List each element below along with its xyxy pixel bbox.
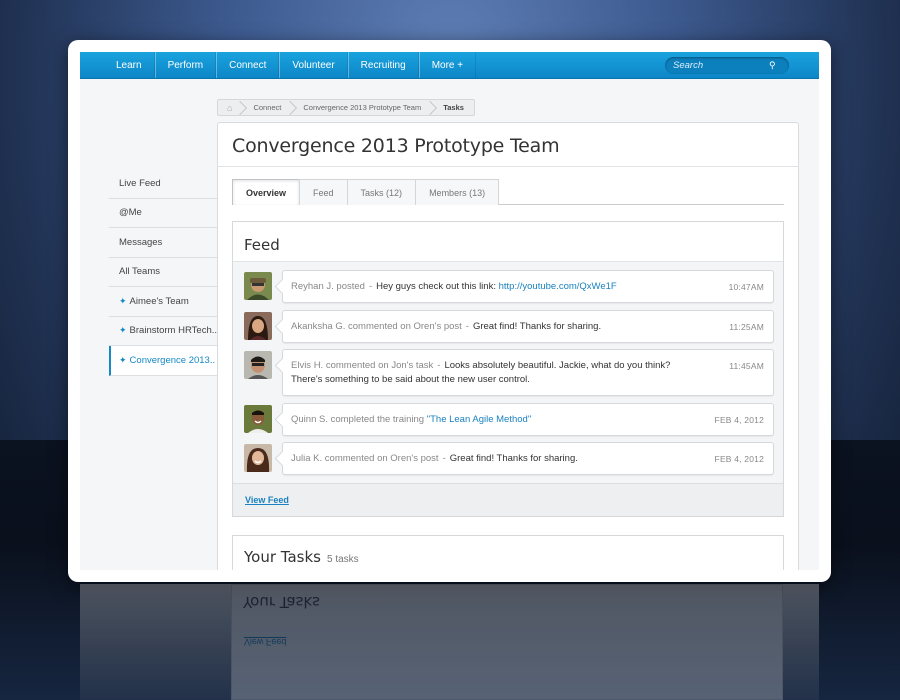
pin-icon: ✦ [119,354,127,365]
sidebar-item-label: Brainstorm HRTech.. [129,325,217,337]
feed-separator: - [368,281,373,292]
home-icon[interactable]: ⌂ [218,100,241,115]
feed-separator: - [465,321,469,332]
sidebar-item-messages[interactable]: Messages [109,228,217,258]
avatar[interactable] [244,444,272,472]
sidebar-item-live-feed[interactable]: Live Feed [109,169,217,199]
pin-icon: ✦ [119,325,127,336]
feed-footer [233,483,783,516]
feed-actor: Reyhan J. posted [291,281,365,292]
tab-bar: Overview Feed Tasks (12) Members (13) [232,179,784,205]
screenshot-card: Learn Perform Connect Volunteer Recruiti… [68,40,831,582]
feed-bubble: Akanksha G. commented on Oren's post - Gre… [282,310,774,343]
feed-bubble: Quinn S. completed the training "The Lea… [282,403,774,436]
avatar[interactable] [244,272,272,300]
feed-separator: - [437,360,441,371]
feed-message: Hey guys check out this link: [376,281,496,292]
tab-members[interactable]: Members (13) [415,179,500,205]
sidebar-item-all-teams[interactable]: All Teams [109,257,217,287]
sidebar-item-aimees-team[interactable]: ✦ Aimee's Team [109,287,217,317]
tasks-panel: Your Tasks 5 tasks [232,535,784,570]
tab-overview[interactable]: Overview [232,179,301,205]
tab-tasks[interactable]: Tasks (12) [346,179,417,205]
sidebar-item-label: Aimee's Team [129,295,189,307]
tasks-heading: Your Tasks [244,548,321,566]
nav-perform[interactable]: Perform [154,52,217,78]
feed-bubble: Elvis H. commented on Jon's task - Looks a… [282,349,774,396]
feed-message: Great find! Thanks for sharing. [449,453,578,464]
sidebar-item-at-me[interactable]: @Me [109,198,217,228]
tasks-title: Your Tasks 5 tasks [233,536,783,570]
sidebar-item-label: @Me [119,207,142,219]
sidebar-item-label: Convergence 2013.. [129,354,216,366]
feed-timestamp: 10:47AM [728,282,764,292]
breadcrumb-tasks: Tasks [443,103,464,112]
app-window: Learn Perform Connect Volunteer Recruiti… [80,52,819,570]
search-input[interactable] [673,60,767,71]
feed-bubble: Julia K. commented on Oren's post - Great … [282,442,774,475]
feed-link[interactable]: http://youtube.com/QxWe1F [499,281,617,292]
top-navigation: Learn Perform Connect Volunteer Recruiti… [80,52,819,79]
sidebar-item-brainstorm[interactable]: ✦ Brainstorm HRTech.. [109,316,217,346]
feed-item: Julia K. commented on Oren's post - Great … [244,442,774,475]
nav-connect[interactable]: Connect [216,52,280,78]
avatar[interactable] [244,312,272,340]
feed-item: Elvis H. commented on Jon's task - Looks a… [244,349,774,396]
feed-actor: Quinn S. completed the training [291,414,425,425]
sidebar-item-convergence[interactable]: ✦ Convergence 2013.. [109,346,217,376]
sidebar-item-label: Messages [119,236,163,248]
feed-link[interactable]: "The Lean Agile Method" [427,414,531,425]
feed-separator: - [442,453,446,464]
nav-volunteer[interactable]: Volunteer [279,52,348,78]
feed-actor: Akanksha G. commented on Oren's post [291,321,462,332]
avatar[interactable] [244,351,272,379]
avatar[interactable] [244,405,272,433]
feed-timestamp: 11:45AM [729,361,764,371]
search-icon[interactable]: ⚲ [769,60,776,71]
feed-bubble: Reyhan J. posted - Hey guys check out this… [282,270,774,303]
sidebar-item-label: Live Feed [119,177,161,189]
sidebar-item-label: All Teams [119,266,161,278]
nav-more[interactable]: More + [418,52,477,78]
feed-actor: Julia K. commented on Oren's post [291,453,439,464]
view-feed-link[interactable]: View Feed [245,495,289,505]
sidebar: Live Feed @Me Messages All Teams ✦ Aimee'… [109,169,217,376]
feed-panel: Feed Reyhan J. posted - Hey guys check out… [232,221,784,517]
pin-icon: ✦ [119,295,127,306]
feed-timestamp: 11:25AM [729,322,764,332]
search-box: ⚲ [665,57,789,74]
feed-message: Great find! Thanks for sharing. [472,321,602,332]
breadcrumb: ⌂ Connect Convergence 2013 Prototype Tea… [217,99,475,116]
breadcrumb-connect[interactable]: Connect [241,100,291,115]
page-title: Convergence 2013 Prototype Team [218,123,798,167]
nav-recruiting[interactable]: Recruiting [347,52,419,78]
tasks-count: 5 tasks [326,554,359,565]
feed-timestamp: FEB 4, 2012 [714,415,764,425]
nav-learn[interactable]: Learn [104,52,155,78]
feed-item: Reyhan J. posted - Hey guys check out this… [244,270,774,303]
feed-actor: Elvis H. commented on Jon's task [291,360,434,371]
feed-title: Feed [233,222,783,262]
tab-feed[interactable]: Feed [299,179,348,205]
breadcrumb-team[interactable]: Convergence 2013 Prototype Team [291,100,431,115]
feed-item: Quinn S. completed the training "The Lea… [244,403,774,436]
feed-timestamp: FEB 4, 2012 [714,454,764,464]
main-panel: Convergence 2013 Prototype Team Overview… [217,122,799,570]
feed-list: Reyhan J. posted - Hey guys check out this… [233,262,783,483]
feed-item: Akanksha G. commented on Oren's post - Gre… [244,310,774,343]
